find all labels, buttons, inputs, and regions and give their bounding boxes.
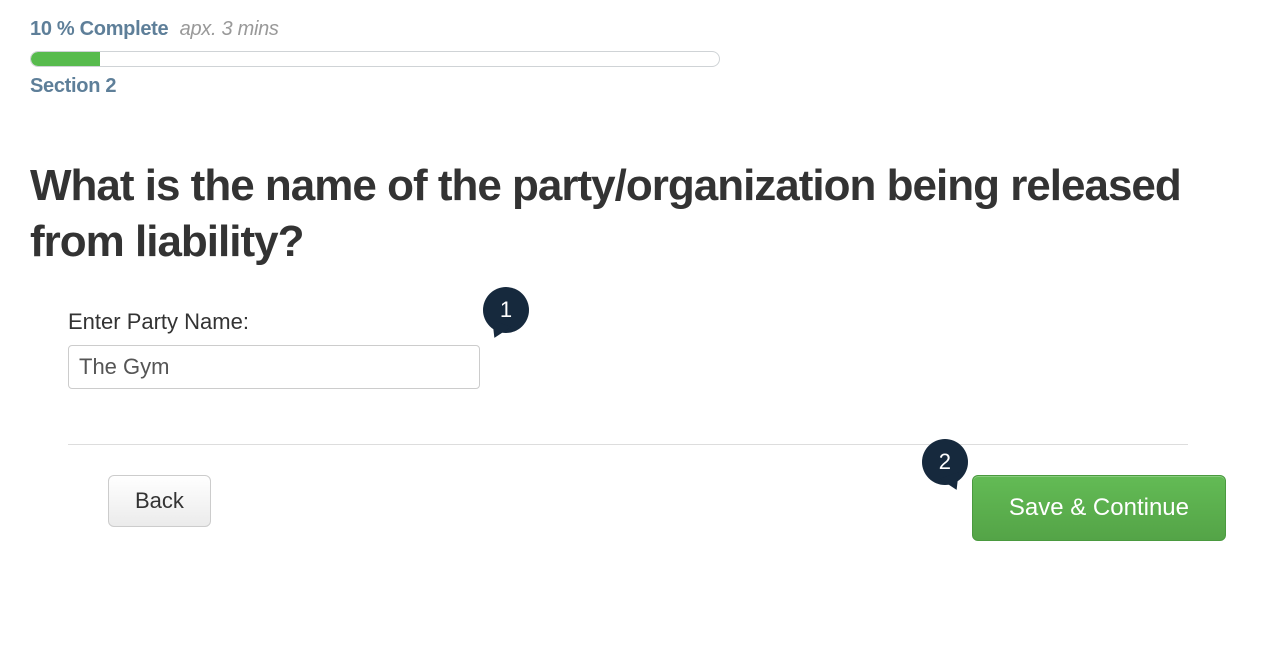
save-continue-button[interactable]: Save & Continue — [972, 475, 1226, 541]
divider — [68, 444, 1188, 445]
party-name-input[interactable] — [68, 345, 480, 389]
annotation-number-2: 2 — [939, 449, 951, 475]
progress-percent-text: 10 % Complete — [30, 18, 168, 40]
progress-bar-fill — [31, 52, 100, 66]
question-heading: What is the name of the party/organizati… — [30, 158, 1232, 271]
section-label: Section 2 — [30, 75, 720, 98]
party-name-field-wrap: Enter Party Name: 1 — [68, 309, 480, 389]
progress-header: 10 % Complete apx. 3 mins Section 2 — [30, 18, 720, 98]
progress-bar — [30, 51, 720, 67]
progress-estimate: apx. 3 mins — [180, 18, 279, 40]
save-button-wrap: 2 Save & Continue — [972, 475, 1226, 541]
button-row: Back 2 Save & Continue — [108, 475, 1226, 541]
party-name-label: Enter Party Name: — [68, 309, 480, 335]
progress-text-line: 10 % Complete apx. 3 mins — [30, 18, 720, 41]
back-button[interactable]: Back — [108, 475, 211, 527]
annotation-bubble-2: 2 — [922, 439, 968, 485]
annotation-number-1: 1 — [500, 297, 512, 323]
form-area: Enter Party Name: 1 — [68, 309, 1218, 389]
annotation-bubble-1: 1 — [483, 287, 529, 333]
